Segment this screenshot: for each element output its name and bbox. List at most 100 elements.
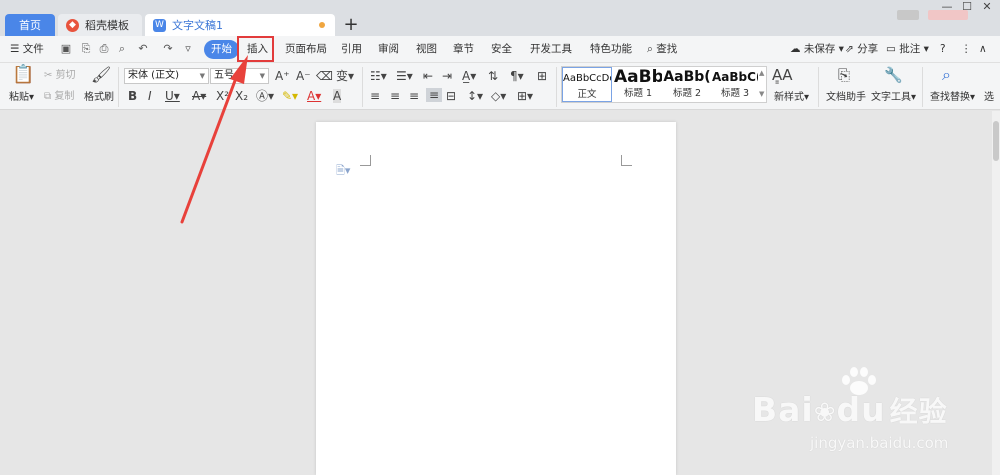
menu-bar: ☰ 文件 ▣ ⎘ ⎙ ⌕ ↶ ↷ ▿ 开始 插入 页面布局 引用 审阅 视图 章… bbox=[0, 36, 1000, 63]
more-button[interactable]: ⋮ bbox=[961, 40, 972, 59]
superscript-icon[interactable]: X² bbox=[216, 89, 229, 103]
redo-icon[interactable]: ↷ bbox=[162, 43, 174, 55]
gallery-scroll-up-icon[interactable]: ▲ bbox=[759, 69, 764, 77]
bullet-list-icon[interactable]: ☷▾ bbox=[370, 69, 387, 83]
increase-font-size-icon[interactable]: A⁺ bbox=[275, 69, 290, 83]
text-tools-label: 文字工具 bbox=[871, 92, 911, 103]
cut-button[interactable]: ✂ 剪切 bbox=[44, 70, 76, 82]
align-left-icon[interactable]: ≡ bbox=[370, 89, 380, 103]
maximize-button[interactable]: ☐ bbox=[958, 0, 976, 14]
cut-label: 剪切 bbox=[55, 70, 76, 81]
tab-special-features[interactable]: 特色功能 bbox=[590, 40, 632, 59]
customize-toolbar-icon[interactable]: ▿ bbox=[182, 43, 194, 55]
close-button[interactable]: ✕ bbox=[978, 0, 996, 14]
tab-security[interactable]: 安全 bbox=[491, 40, 512, 59]
style-heading-3[interactable]: AaBbC( 标题 3 bbox=[712, 67, 758, 102]
undo-icon[interactable]: ↶ bbox=[137, 43, 149, 55]
vertical-scrollbar[interactable] bbox=[992, 111, 1000, 475]
paste-label: 粘贴 bbox=[9, 92, 29, 103]
help-button[interactable]: ? bbox=[940, 40, 946, 59]
account-avatar[interactable] bbox=[897, 10, 919, 20]
chinese-layout-icon[interactable]: A̲▾ bbox=[462, 69, 476, 83]
tab-page-layout[interactable]: 页面布局 bbox=[285, 40, 327, 59]
copy-label: 复制 bbox=[54, 91, 75, 102]
margin-corner-top-right bbox=[621, 155, 632, 166]
paste-button[interactable]: 粘贴▾ bbox=[9, 92, 34, 104]
italic-icon[interactable]: I bbox=[148, 89, 152, 103]
style-normal[interactable]: AaBbCcDd 正文 bbox=[562, 67, 612, 102]
document-page[interactable]: 🗎▾ bbox=[316, 122, 676, 475]
find-replace-icon[interactable]: ⌕ bbox=[942, 67, 951, 83]
font-name-select[interactable]: 宋体 (正文) ▼ bbox=[124, 68, 209, 84]
clear-format-icon[interactable]: ⌫ bbox=[316, 69, 333, 83]
unsaved-status[interactable]: ☁ 未保存 ▾ bbox=[790, 40, 844, 59]
scrollbar-thumb[interactable] bbox=[993, 121, 999, 161]
format-painter-button[interactable]: 格式刷 bbox=[84, 92, 114, 104]
tab-review[interactable]: 审阅 bbox=[378, 40, 399, 59]
share-label: 分享 bbox=[857, 43, 879, 55]
tab-template[interactable]: ◆ 稻壳模板 bbox=[58, 14, 142, 36]
show-hide-marks-icon[interactable]: ¶▾ bbox=[510, 69, 524, 83]
decrease-indent-icon[interactable]: ⇤ bbox=[423, 69, 433, 83]
font-size-value: 五号 bbox=[214, 70, 234, 81]
font-color-icon[interactable]: A▾ bbox=[307, 89, 321, 103]
new-style-button[interactable]: 新样式▾ bbox=[774, 92, 809, 104]
find-command[interactable]: ⌕ 查找 bbox=[647, 40, 677, 59]
table-grid-icon[interactable]: ⊞ bbox=[537, 69, 547, 83]
tab-start[interactable]: 开始 bbox=[204, 40, 239, 59]
gallery-scroll-down-icon[interactable]: ▼ bbox=[759, 90, 764, 98]
annotate-button[interactable]: ▭ 批注 ▾ bbox=[886, 40, 929, 59]
tab-chapter[interactable]: 章节 bbox=[453, 40, 474, 59]
print-icon[interactable]: ⎙ bbox=[98, 43, 110, 55]
paragraph-layout-icon[interactable]: 🗎▾ bbox=[336, 162, 350, 181]
export-pdf-icon[interactable]: ⎘ bbox=[80, 43, 92, 55]
increase-indent-icon[interactable]: ⇥ bbox=[442, 69, 452, 83]
ribbon-separator bbox=[362, 67, 363, 107]
highlight-color-icon[interactable]: ✎▾ bbox=[282, 89, 298, 103]
bold-icon[interactable]: B bbox=[128, 89, 137, 103]
decrease-font-size-icon[interactable]: A⁻ bbox=[296, 69, 311, 83]
underline-icon[interactable]: U▾ bbox=[165, 89, 180, 103]
strikethrough-icon[interactable]: A▾ bbox=[192, 89, 206, 103]
new-style-icon[interactable]: A͇A bbox=[772, 68, 793, 83]
distributed-align-icon[interactable]: ⊟ bbox=[446, 89, 456, 103]
file-menu[interactable]: ☰ 文件 bbox=[10, 40, 44, 59]
paste-icon[interactable]: 📋 bbox=[12, 66, 34, 84]
doc-assistant-icon[interactable]: ⎘ bbox=[838, 68, 850, 83]
char-shading-icon[interactable]: A bbox=[333, 89, 342, 103]
new-tab-button[interactable]: + bbox=[343, 14, 359, 36]
align-center-icon[interactable]: ≡ bbox=[390, 89, 400, 103]
minimize-button[interactable]: — bbox=[938, 0, 956, 14]
select-button[interactable]: 选 bbox=[984, 92, 994, 104]
text-effect-icon[interactable]: Ⓐ▾ bbox=[256, 89, 274, 103]
collapse-ribbon-button[interactable]: ∧ bbox=[979, 40, 987, 59]
tab-developer[interactable]: 开发工具 bbox=[530, 40, 572, 59]
tab-view[interactable]: 视图 bbox=[416, 40, 437, 59]
doc-assistant-button[interactable]: 文档助手 bbox=[826, 92, 866, 104]
wrench-icon[interactable]: 🔧 bbox=[884, 68, 903, 83]
insert-tab-highlight bbox=[237, 36, 274, 62]
tab-references[interactable]: 引用 bbox=[341, 40, 362, 59]
share-button[interactable]: ⇗ 分享 bbox=[845, 40, 878, 59]
phonetic-guide-icon[interactable]: 变▾ bbox=[336, 69, 354, 83]
style-heading-1-preview: AaBb bbox=[614, 67, 662, 87]
text-tools-button[interactable]: 文字工具▾ bbox=[871, 92, 916, 104]
sort-icon[interactable]: ⇅ bbox=[488, 69, 498, 83]
style-heading-2[interactable]: AaBb( 标题 2 bbox=[663, 67, 711, 102]
shading-icon[interactable]: ◇▾ bbox=[491, 89, 506, 103]
copy-button[interactable]: ⧉ 复制 bbox=[44, 91, 74, 103]
justify-icon[interactable]: ≡ bbox=[426, 88, 442, 102]
line-spacing-icon[interactable]: ↕▾ bbox=[467, 89, 483, 103]
font-size-select[interactable]: 五号 ▼ bbox=[210, 68, 269, 84]
borders-icon[interactable]: ⊞▾ bbox=[517, 89, 533, 103]
numbered-list-icon[interactable]: ☰▾ bbox=[396, 69, 413, 83]
print-preview-icon[interactable]: ⌕ bbox=[116, 43, 128, 55]
tab-document[interactable]: W 文字文稿1 bbox=[145, 14, 335, 36]
subscript-icon[interactable]: X₂ bbox=[235, 89, 248, 103]
find-replace-button[interactable]: 查找替换▾ bbox=[930, 92, 975, 104]
style-heading-1[interactable]: AaBb 标题 1 bbox=[614, 67, 662, 102]
format-painter-icon[interactable]: 🖌 bbox=[91, 67, 111, 83]
tab-home[interactable]: 首页 bbox=[5, 14, 55, 36]
align-right-icon[interactable]: ≡ bbox=[409, 89, 419, 103]
save-icon[interactable]: ▣ bbox=[60, 43, 72, 55]
